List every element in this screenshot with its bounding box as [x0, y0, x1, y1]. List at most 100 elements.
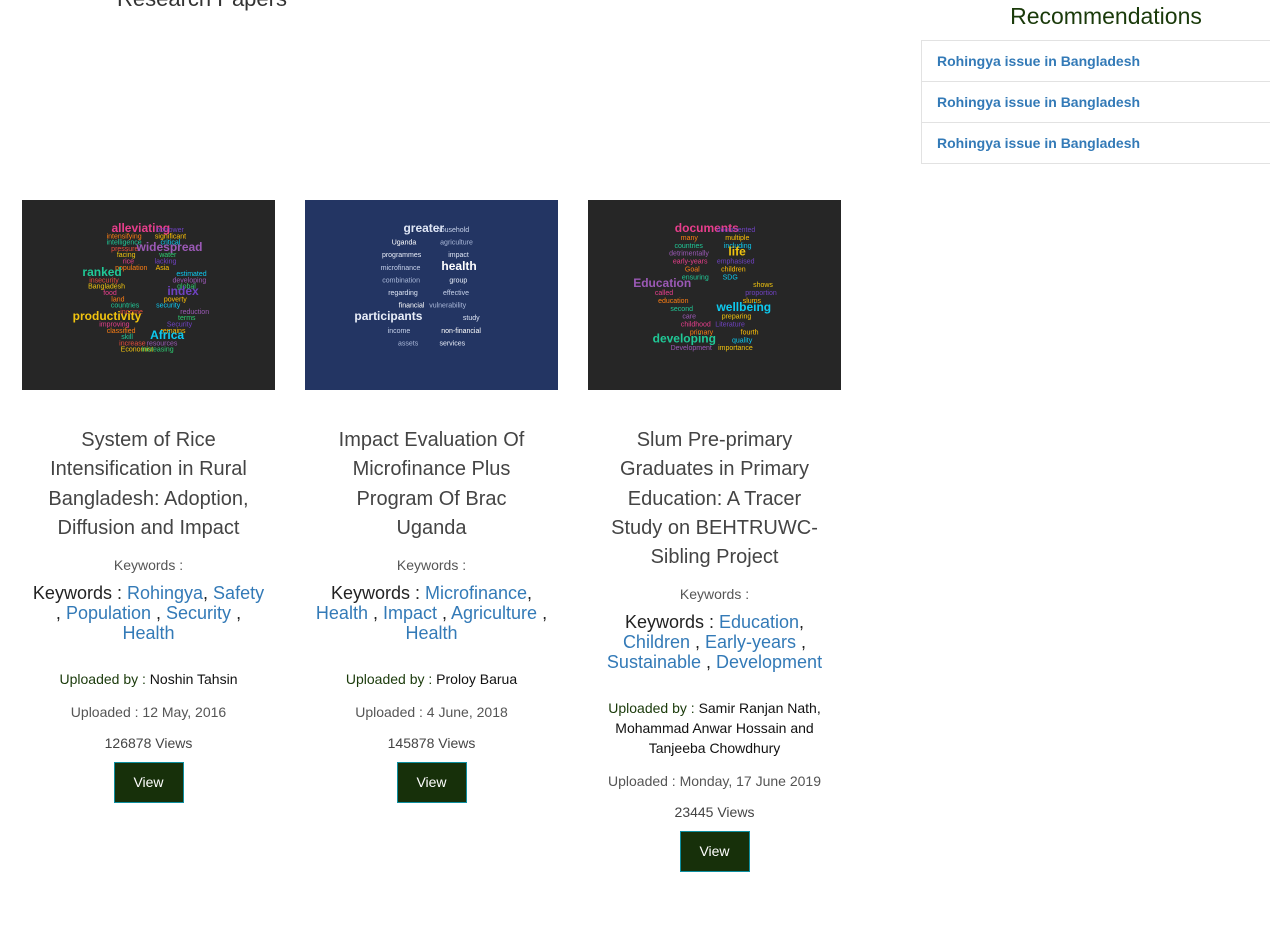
keywords-line: Keywords : Rohingya, Safety , Population… [32, 583, 265, 644]
keyword-link[interactable]: Microfinance [425, 583, 527, 603]
thumbnail-word: quality [732, 337, 753, 344]
thumbnail-word: documented [717, 227, 756, 234]
uploaded-by-label: Uploaded by : [608, 700, 699, 717]
keyword-link[interactable]: Development [716, 652, 822, 672]
view-button[interactable]: View [679, 831, 750, 873]
thumbnail-word: income [388, 328, 411, 335]
view-button[interactable]: View [396, 762, 467, 804]
thumbnail-word: participants [354, 309, 422, 323]
view-button[interactable]: View [113, 762, 184, 804]
thumbnail-word: called [655, 290, 673, 297]
thumbnail-word: health [441, 259, 476, 273]
paper-title[interactable]: Impact Evaluation Of Microfinance Plus P… [305, 426, 558, 543]
thumbnail-word: Development [671, 345, 712, 352]
upload-date: Uploaded : 4 June, 2018 [355, 704, 508, 721]
keyword-link[interactable]: Agriculture [451, 603, 537, 623]
view-count: 126878 Views [104, 735, 193, 752]
keywords-label: Keywords : [330, 583, 425, 604]
thumbnail-word: security [156, 303, 181, 310]
keyword-link[interactable]: Security [166, 603, 231, 623]
paper-card: greater household Uganda agriculture program… [305, 200, 558, 804]
thumbnail-word: early-years [673, 259, 708, 266]
paper-thumbnail[interactable]: documentsdocumentedmany multiplecountries… [588, 200, 841, 390]
keywords-caption: Keywords : [679, 586, 750, 603]
thumbnail-word: shows [753, 282, 773, 289]
thumbnail-word: programmes [382, 252, 422, 259]
thumbnail-word: Goal [685, 266, 700, 273]
keyword-link[interactable]: Early-years [705, 632, 796, 652]
keywords-caption: Keywords : [113, 557, 184, 574]
thumbnail-word: countries [674, 243, 703, 250]
keyword-link[interactable]: Population [66, 603, 151, 623]
keyword-link[interactable]: Health [316, 603, 368, 623]
thumbnail-word: children [721, 266, 746, 273]
thumbnail-word: effective [443, 290, 469, 297]
section-title: Research Papers [117, 0, 287, 12]
thumbnail-word: vulnerability [429, 303, 466, 310]
thumbnail-word: study [463, 315, 480, 322]
thumbnail-word: proportion [745, 290, 777, 297]
thumbnail-word: regarding [388, 290, 418, 297]
thumbnail-word: care [682, 314, 696, 321]
keyword-link[interactable]: Health [122, 623, 174, 643]
keyword-link[interactable]: Sustainable [607, 652, 701, 672]
thumbnail-word: services [439, 340, 465, 347]
thumbnail-word: Literature [715, 322, 745, 329]
paper-title[interactable]: System of Rice Intensification in Rural … [22, 426, 275, 543]
paper-card: alleviating borrower intensifying significa… [22, 200, 275, 804]
thumbnail-word: increasing [142, 347, 174, 354]
paper-thumbnail[interactable]: alleviatingborrowerintensifying significa… [22, 200, 275, 390]
keyword-link[interactable]: Education [719, 612, 799, 632]
uploader-name: Noshin Tahsin [149, 671, 238, 688]
thumbnail-word: SDG [723, 274, 738, 281]
thumbnail-word: preparing [722, 314, 752, 321]
recommendation-link[interactable]: Rohingya issue in Bangladesh [921, 41, 1270, 82]
paper-thumbnail[interactable]: greaterhouseholdUganda agricultureprogram… [305, 200, 558, 390]
uploader-name: Proloy Barua [436, 671, 518, 688]
keywords-caption: Keywords : [396, 557, 467, 574]
thumbnail-word: assets [398, 340, 419, 347]
uploader-line: Uploaded by : Noshin Tahsin [22, 669, 275, 689]
thumbnail-word: many [681, 235, 699, 242]
thumbnail-word: detrimentally [669, 251, 709, 258]
thumbnail-word: agriculture [440, 240, 473, 247]
thumbnail-word: non-financial [441, 328, 481, 335]
recommendation-link[interactable]: Rohingya issue in Bangladesh [921, 123, 1270, 164]
thumbnail-word: Education [633, 276, 691, 290]
keywords-line: Keywords : Microfinance, Health , Impact… [315, 583, 548, 644]
thumbnail-word: Asia [156, 265, 170, 272]
recommendation-link[interactable]: Rohingya issue in Bangladesh [921, 82, 1270, 123]
uploaded-by-label: Uploaded by : [59, 671, 150, 688]
thumbnail-word: fourth [741, 329, 759, 336]
upload-date: Uploaded : 12 May, 2016 [70, 704, 227, 721]
thumbnail-word: Uganda [392, 240, 417, 247]
keywords-line: Keywords : Education, Children , Early-y… [606, 612, 823, 673]
uploaded-by-label: Uploaded by : [345, 671, 437, 688]
thumbnail-word: developing [653, 331, 716, 345]
thumbnail-word: emphasised [717, 259, 755, 266]
thumbnail-word: wellbeing [715, 300, 771, 314]
keyword-link[interactable]: Impact [383, 603, 437, 623]
recommendations-title: Recommendations [1010, 3, 1202, 29]
thumbnail-word: microfinance [381, 265, 421, 272]
thumbnail-word: life [728, 245, 746, 259]
recommendations-list: Rohingya issue in Bangladesh Rohingya is… [921, 40, 1270, 164]
keyword-link[interactable]: Rohingya [127, 583, 203, 603]
paper-title[interactable]: Slum Pre-primary Graduates in Primary Ed… [588, 426, 841, 572]
keyword-link[interactable]: Children [623, 632, 690, 652]
thumbnail-word: multiple [725, 235, 749, 242]
paper-card: documents documented many multiple countries… [588, 200, 841, 873]
keyword-link[interactable]: Safety [213, 583, 264, 603]
keyword-link[interactable]: Health [405, 623, 457, 643]
thumbnail-word: childhood [681, 322, 711, 329]
thumbnail-word: combination [382, 277, 420, 284]
thumbnail-word: importance [718, 345, 753, 352]
keywords-label: Keywords : [624, 612, 719, 633]
thumbnail-word: household [437, 227, 469, 234]
thumbnail-word: education [658, 298, 688, 305]
uploader-line: Uploaded by : Samir Ranjan Nath, Mohamma… [588, 698, 841, 758]
keywords-label: Keywords : [32, 583, 127, 604]
view-count: 23445 Views [674, 804, 755, 821]
uploader-line: Uploaded by : Proloy Barua [305, 669, 558, 689]
view-count: 145878 Views [387, 735, 476, 752]
